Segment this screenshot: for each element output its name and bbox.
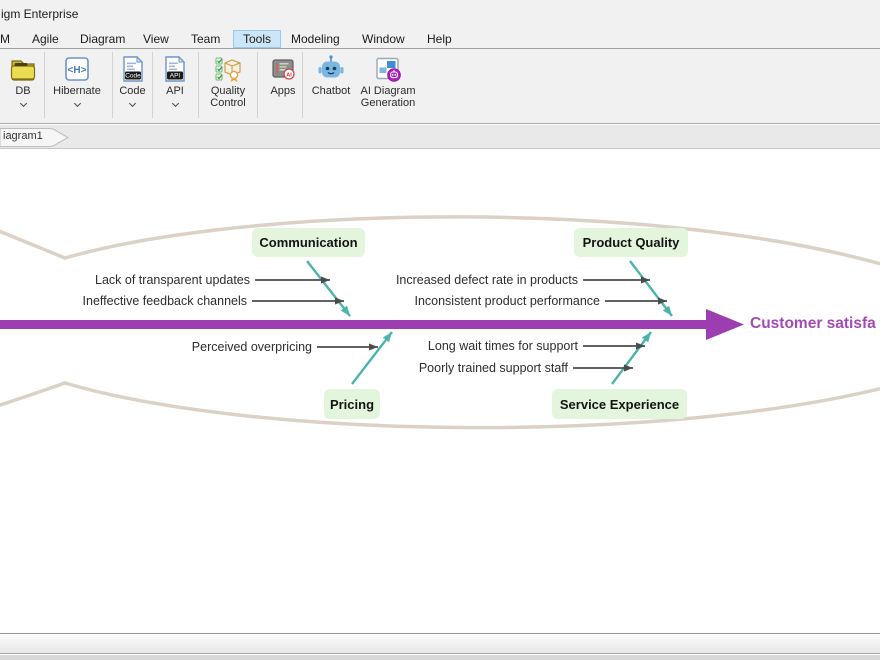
hibernate-button-label: Hibernate [53, 85, 101, 97]
menu-item-tools-active[interactable]: Tools [233, 30, 281, 48]
apps-button[interactable]: AI Apps [260, 52, 306, 121]
fishbone-spine[interactable] [0, 320, 706, 329]
ai-diagram-label-line1: AI Diagram [360, 85, 415, 97]
status-bar [0, 634, 880, 654]
window-bottom-edge [0, 655, 880, 660]
db-button-label: DB [15, 85, 30, 97]
diagram-tab-bar: iagram1 [0, 125, 880, 149]
window-title: igm Enterprise [1, 7, 78, 21]
cause-ineffective-feedback-channels[interactable]: Ineffective feedback channels [83, 292, 247, 310]
code-button-label: Code [119, 85, 145, 97]
category-service-experience[interactable]: Service Experience [552, 389, 687, 419]
apps-button-label: Apps [270, 85, 295, 97]
toolbar-separator [198, 52, 199, 118]
fish-tail-outline-bottom [0, 383, 65, 407]
menu-item-window[interactable]: Window [362, 32, 405, 48]
menu-item-truncated[interactable]: M [0, 32, 10, 48]
category-product-quality[interactable]: Product Quality [574, 228, 688, 257]
toolbar-ribbon: DB <H> Hibernate Code Code [0, 49, 880, 124]
toolbar-separator [302, 52, 303, 118]
fishbone-diagram [0, 149, 880, 633]
category-communication[interactable]: Communication [252, 228, 365, 257]
fish-tail-outline-top [0, 229, 65, 258]
ai-diagram-generation-button[interactable]: AI Diagram Generation [352, 52, 424, 121]
category-pricing[interactable]: Pricing [324, 389, 380, 419]
apps-icon: AI [268, 52, 298, 85]
quality-control-label-line2: Control [210, 97, 245, 109]
svg-text:AI: AI [286, 72, 292, 78]
cause-perceived-overpricing[interactable]: Perceived overpricing [192, 338, 312, 356]
menu-item-view[interactable]: View [143, 32, 169, 48]
api-file-icon: API [160, 52, 190, 85]
bone-product-quality[interactable] [630, 261, 672, 316]
svg-text:API: API [170, 72, 181, 79]
quality-control-icon [213, 52, 243, 85]
toolbar-separator [257, 52, 258, 118]
menu-item-team[interactable]: Team [191, 32, 220, 48]
menu-item-agile[interactable]: Agile [32, 32, 59, 48]
chatbot-button[interactable]: Chatbot [306, 52, 356, 121]
cause-long-wait-times[interactable]: Long wait times for support [428, 337, 578, 355]
cause-inconsistent-product-performance[interactable]: Inconsistent product performance [414, 292, 600, 310]
bone-pricing[interactable] [352, 332, 392, 384]
chevron-down-icon[interactable] [73, 100, 80, 107]
code-file-icon: Code [118, 52, 148, 85]
bone-communication[interactable] [307, 261, 350, 316]
ai-diagram-label-line2: Generation [361, 97, 415, 109]
hibernate-button[interactable]: <H> Hibernate [45, 52, 109, 121]
menu-item-diagram[interactable]: Diagram [80, 32, 125, 48]
menu-item-modeling[interactable]: Modeling [291, 32, 340, 48]
chevron-down-icon[interactable] [19, 100, 26, 107]
tab-diagram1[interactable]: iagram1 [3, 130, 43, 142]
visual-paradigm-window: { "window": { "title": "igm Enterprise" … [0, 0, 880, 660]
code-button[interactable]: Code Code [113, 52, 152, 121]
menu-item-help[interactable]: Help [427, 32, 452, 48]
effect-label[interactable]: Customer satisfa [750, 315, 876, 333]
cause-poorly-trained-staff[interactable]: Poorly trained support staff [419, 359, 568, 377]
cause-increased-defect-rate[interactable]: Increased defect rate in products [396, 271, 578, 289]
hibernate-icon: <H> [62, 52, 92, 85]
chatbot-button-label: Chatbot [312, 85, 351, 97]
bone-service-experience[interactable] [612, 332, 651, 384]
quality-control-label-line1: Quality [211, 85, 245, 97]
diagram-canvas[interactable]: Communication Product Quality Pricing Se… [0, 149, 880, 633]
ai-diagram-generation-icon [373, 52, 403, 85]
title-bar: igm Enterprise [0, 0, 880, 30]
chevron-down-icon[interactable] [129, 100, 136, 107]
menu-bar: M Agile Diagram View Team Tools Modeling… [0, 30, 880, 49]
fish-body-outline-top [65, 217, 880, 268]
chatbot-icon [316, 52, 346, 85]
fishbone-spine-arrowhead [706, 309, 744, 340]
quality-control-button[interactable]: Quality Control [200, 52, 256, 121]
database-icon [8, 52, 38, 85]
cause-lack-of-transparent-updates[interactable]: Lack of transparent updates [95, 271, 250, 289]
api-button[interactable]: API API [153, 52, 197, 121]
fish-body-outline-bottom [65, 383, 880, 428]
chevron-down-icon[interactable] [171, 100, 178, 107]
svg-text:Code: Code [125, 72, 141, 79]
api-button-label: API [166, 85, 184, 97]
db-button[interactable]: DB [2, 52, 44, 121]
svg-text:<H>: <H> [68, 65, 87, 76]
